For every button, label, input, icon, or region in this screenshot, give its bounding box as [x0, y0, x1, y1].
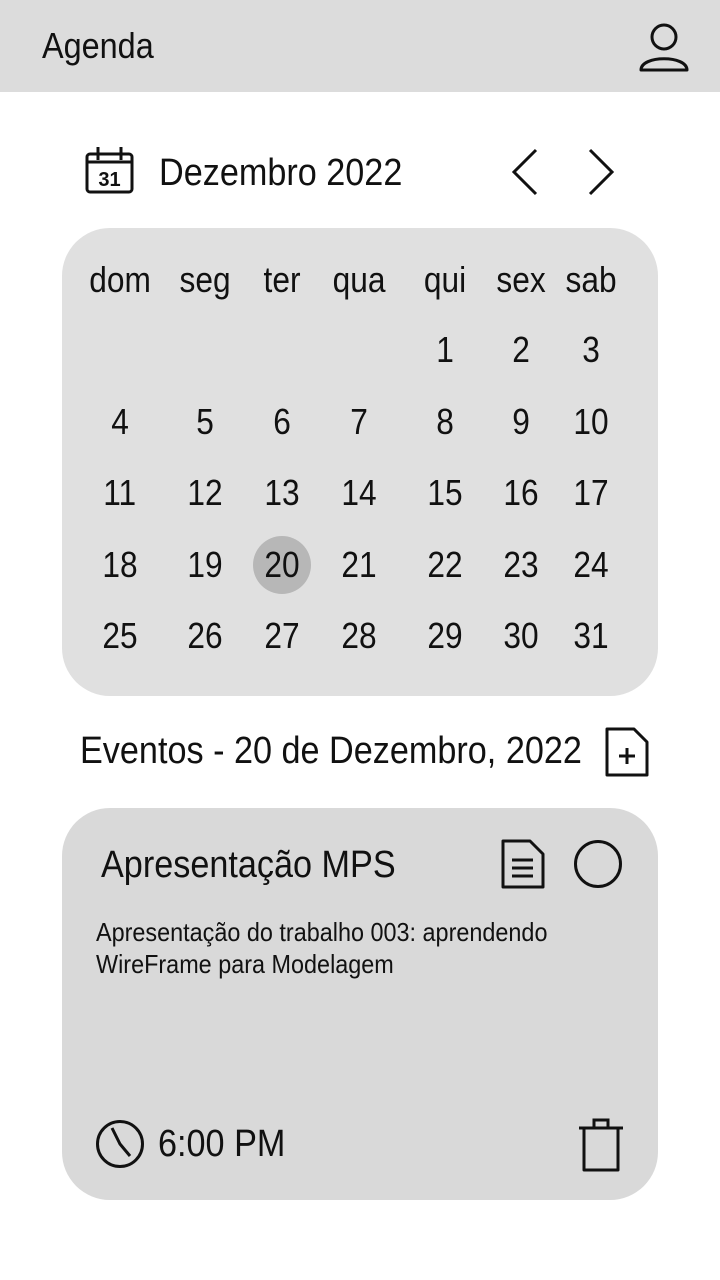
weekday-ter: ter	[263, 259, 301, 300]
weekday-qua: qua	[332, 259, 386, 300]
month-navigation: 31 Dezembro 2022	[0, 140, 720, 210]
calendar-day-12[interactable]: 12	[173, 461, 237, 525]
calendar-day-25[interactable]: 25	[88, 604, 152, 668]
calendar-day-10[interactable]: 10	[559, 390, 623, 454]
calendar-day-17[interactable]: 17	[559, 461, 623, 525]
calendar-day-8[interactable]: 8	[413, 390, 477, 454]
calendar-day-24[interactable]: 24	[559, 533, 623, 597]
calendar-day-27[interactable]: 27	[250, 604, 314, 668]
calendar-grid: dom seg ter qua qui sex sab 1 2 3 4 5 6 7 8 9 10 11 12 13 14…	[62, 228, 658, 696]
event-title: Apresentação MPS	[101, 844, 396, 886]
month-label: Dezembro 2022	[159, 152, 403, 194]
calendar-day-21[interactable]: 21	[327, 533, 391, 597]
calendar-day-1[interactable]: 1	[413, 318, 477, 382]
calendar-day-19[interactable]: 19	[173, 533, 237, 597]
weekday-qui: qui	[423, 259, 467, 300]
calendar-day-7[interactable]: 7	[327, 390, 391, 454]
calendar-day-14[interactable]: 14	[327, 461, 391, 525]
document-icon[interactable]	[500, 838, 546, 890]
clock-icon	[96, 1120, 144, 1168]
calendar-icon: 31	[85, 147, 134, 194]
calendar-day-13[interactable]: 13	[250, 461, 314, 525]
calendar-day-9[interactable]: 9	[489, 390, 553, 454]
calendar-day-29[interactable]: 29	[413, 604, 477, 668]
calendar-day-22[interactable]: 22	[413, 533, 477, 597]
calendar-day-15[interactable]: 15	[413, 461, 477, 525]
event-description: Apresentação do trabalho 003: aprendendo…	[96, 917, 548, 979]
chevron-left-icon[interactable]	[506, 144, 546, 200]
weekday-sab: sab	[565, 259, 617, 300]
calendar-day-3[interactable]: 3	[559, 318, 623, 382]
calendar-day-30[interactable]: 30	[489, 604, 553, 668]
calendar-day-26[interactable]: 26	[173, 604, 237, 668]
trash-icon[interactable]	[576, 1116, 626, 1174]
events-title: Eventos - 20 de Dezembro, 2022	[80, 730, 582, 772]
calendar-icon-day: 31	[98, 169, 120, 191]
weekday-sex: sex	[496, 259, 546, 300]
add-document-icon[interactable]	[604, 726, 650, 778]
event-time: 6:00 PM	[158, 1123, 286, 1165]
app-title: Agenda	[42, 25, 154, 66]
calendar-day-6[interactable]: 6	[250, 390, 314, 454]
calendar-day-28[interactable]: 28	[327, 604, 391, 668]
calendar-day-16[interactable]: 16	[489, 461, 553, 525]
weekday-seg: seg	[179, 259, 231, 300]
app-header: Agenda	[0, 0, 720, 92]
calendar-day-5[interactable]: 5	[173, 390, 237, 454]
status-circle-icon[interactable]	[572, 838, 624, 890]
calendar-day-23[interactable]: 23	[489, 533, 553, 597]
user-icon[interactable]	[636, 20, 692, 74]
calendar-day-31[interactable]: 31	[559, 604, 623, 668]
calendar-day-20[interactable]: 20	[253, 535, 311, 594]
calendar-day-4[interactable]: 4	[88, 390, 152, 454]
event-card[interactable]: Apresentação MPS Apresentação do trabalh…	[62, 808, 658, 1200]
calendar-day-2[interactable]: 2	[489, 318, 553, 382]
weekday-dom: dom	[89, 259, 151, 300]
calendar-day-18[interactable]: 18	[88, 533, 152, 597]
calendar-day-11[interactable]: 11	[88, 461, 152, 525]
chevron-right-icon[interactable]	[580, 144, 620, 200]
